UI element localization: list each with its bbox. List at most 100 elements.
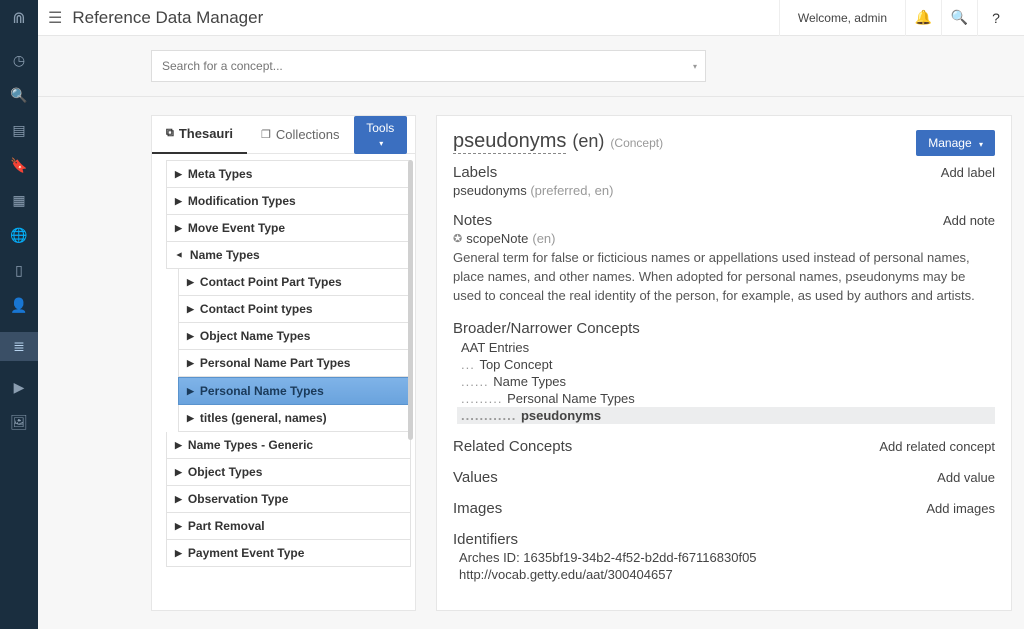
tab-thesauri[interactable]: ⧉ Thesauri xyxy=(152,116,247,154)
welcome-user[interactable]: Welcome, admin xyxy=(779,0,906,36)
tab-thesauri-label: Thesauri xyxy=(179,126,233,141)
tree-item[interactable]: ▶ Contact Point Part Types xyxy=(178,269,411,296)
tree-item-label: Contact Point types xyxy=(200,302,313,316)
menu-toggle-icon[interactable]: ☰ xyxy=(48,8,62,28)
tree-item-label: Move Event Type xyxy=(188,221,285,235)
note-type: scopeNote xyxy=(466,231,528,246)
hier-level1[interactable]: ... Top Concept xyxy=(461,356,995,373)
tree-item[interactable]: ▶Object Name Types xyxy=(178,323,411,350)
label-entry[interactable]: pseudonyms (preferred, en) xyxy=(453,183,995,198)
tree-item[interactable]: ▶ Modification Types xyxy=(166,188,411,215)
chevron-down-icon: ▾ xyxy=(379,139,383,148)
tree-item[interactable]: ▶ Part Removal xyxy=(166,513,411,540)
play-icon[interactable]: ▶ xyxy=(14,379,25,396)
clock-icon[interactable]: ◷ xyxy=(13,52,25,69)
document-icon[interactable]: ▤ xyxy=(12,122,25,139)
tree-item[interactable]: ▶Payment Event Type xyxy=(166,540,411,567)
concept-type: (Concept) xyxy=(610,136,663,150)
hier-root[interactable]: AAT Entries xyxy=(461,339,995,356)
share-icon: ⧉ xyxy=(166,127,174,140)
tree-item-label: Contact Point Part Types xyxy=(200,275,342,289)
label-text: pseudonyms xyxy=(453,183,527,198)
tree-item[interactable]: ▼Name Types xyxy=(166,242,411,269)
notes-section: Notes Add note ✪ scopeNote (en) General … xyxy=(453,212,995,306)
chevron-right-icon: ▶ xyxy=(175,548,182,559)
globe-icon[interactable]: 🌐 xyxy=(10,227,27,244)
arches-id: Arches ID: 1635bf19-34b2-4f52-b2dd-f6711… xyxy=(453,550,995,565)
tree-item[interactable]: ▶ Contact Point types xyxy=(178,296,411,323)
labels-title: Labels xyxy=(453,164,497,181)
chevron-right-icon: ▶ xyxy=(187,386,194,397)
tree-item-label: titles (general, names) xyxy=(200,411,327,425)
tree-item-label: Modification Types xyxy=(188,194,296,208)
chevron-right-icon: ▶ xyxy=(175,196,182,207)
reference-data-icon[interactable]: ≣ xyxy=(0,332,38,361)
thesauri-panel: ⧉ Thesauri ❐ Collections Tools ▾ ▶Meta T… xyxy=(151,115,416,611)
app-logo-icon[interactable]: ⋒ xyxy=(12,8,25,34)
concept-search[interactable]: ▾ xyxy=(151,50,706,82)
image-icon[interactable]: 🖼 xyxy=(10,414,28,431)
tree-item-label: Part Removal xyxy=(188,519,265,533)
chevron-right-icon: ▶ xyxy=(175,494,182,505)
chevron-right-icon: ▶ xyxy=(175,467,182,478)
add-label-action[interactable]: Add label xyxy=(941,165,995,180)
chevron-right-icon: ▶ xyxy=(187,331,194,342)
copy-icon: ❐ xyxy=(261,128,271,141)
add-note-action[interactable]: Add note xyxy=(943,213,995,228)
tree-item[interactable]: ▶Move Event Type xyxy=(166,215,411,242)
identifiers-section: Identifiers Arches ID: 1635bf19-34b2-4f5… xyxy=(453,531,995,582)
tree-item[interactable]: ▶ titles (general, names) xyxy=(178,405,411,432)
chevron-right-icon: ▶ xyxy=(187,304,194,315)
concept-header: pseudonyms (en) (Concept) Manage ▾ xyxy=(453,130,995,156)
scrollbar-thumb[interactable] xyxy=(408,160,413,440)
add-related-action[interactable]: Add related concept xyxy=(879,439,995,454)
hierarchy-title: Broader/Narrower Concepts xyxy=(453,320,640,337)
mobile-icon[interactable]: ▯ xyxy=(15,262,23,279)
tab-collections[interactable]: ❐ Collections xyxy=(247,116,353,154)
chevron-right-icon: ▶ xyxy=(187,277,194,288)
note-body: General term for false or ficticious nam… xyxy=(453,249,995,306)
user-icon[interactable]: 👤 xyxy=(10,297,27,314)
external-id[interactable]: http://vocab.getty.edu/aat/300404657 xyxy=(453,567,995,582)
tools-button[interactable]: Tools ▾ xyxy=(354,116,407,154)
search-input[interactable] xyxy=(162,59,695,73)
help-icon[interactable]: ? xyxy=(978,0,1014,36)
add-value-action[interactable]: Add value xyxy=(937,470,995,485)
header-bar: ☰ Reference Data Manager Welcome, admin … xyxy=(38,0,1024,36)
chevron-right-icon: ▶ xyxy=(175,521,182,532)
identifiers-title: Identifiers xyxy=(453,531,518,548)
hier-level3[interactable]: ......... Personal Name Types xyxy=(461,390,995,407)
list-icon[interactable]: ▦ xyxy=(12,192,25,209)
add-images-action[interactable]: Add images xyxy=(926,501,995,516)
tree-item[interactable]: ▶Meta Types xyxy=(166,160,411,188)
concept-title[interactable]: pseudonyms xyxy=(453,130,566,154)
bell-icon[interactable]: 🔔 xyxy=(906,0,942,36)
tab-collections-label: Collections xyxy=(276,127,340,142)
chevron-right-icon: ▶ xyxy=(187,413,194,424)
concept-tree[interactable]: ▶Meta Types▶Modification Types▶Move Even… xyxy=(152,154,415,610)
note-entry[interactable]: ✪ scopeNote (en) xyxy=(453,231,995,246)
note-lang: (en) xyxy=(532,231,555,246)
images-title-label: Images xyxy=(453,500,502,517)
manage-button[interactable]: Manage ▾ xyxy=(916,130,995,156)
chevron-down-icon[interactable]: ▾ xyxy=(693,62,697,71)
tree-item[interactable]: ▶Observation Type xyxy=(166,486,411,513)
tree-item[interactable]: ▶Personal Name Types xyxy=(178,377,411,405)
nav-rail: ⋒ ◷ 🔍 ▤ 🔖 ▦ 🌐 ▯ 👤 ≣ ▶ 🖼 xyxy=(0,0,38,629)
hier-level2[interactable]: ...... Name Types xyxy=(461,373,995,390)
bookmark-icon[interactable]: 🔖 xyxy=(10,157,27,174)
search-header-icon[interactable]: 🔍 xyxy=(942,0,978,36)
hier-current[interactable]: ............ pseudonyms xyxy=(457,407,995,424)
manage-label: Manage xyxy=(928,136,971,150)
page-title: Reference Data Manager xyxy=(72,8,779,28)
tree-item[interactable]: ▶Name Types - Generic xyxy=(166,432,411,459)
main-area: ☰ Reference Data Manager Welcome, admin … xyxy=(38,0,1024,629)
values-section: Values Add value xyxy=(453,469,995,486)
tree-item[interactable]: ▶Personal Name Part Types xyxy=(178,350,411,377)
chevron-right-icon: ▶ xyxy=(187,358,194,369)
chevron-right-icon: ▼ xyxy=(174,251,184,260)
tree-item[interactable]: ▶Object Types xyxy=(166,459,411,486)
chevron-right-icon: ▶ xyxy=(175,440,182,451)
label-meta: (preferred, en) xyxy=(530,183,613,198)
search-nav-icon[interactable]: 🔍 xyxy=(10,87,27,104)
